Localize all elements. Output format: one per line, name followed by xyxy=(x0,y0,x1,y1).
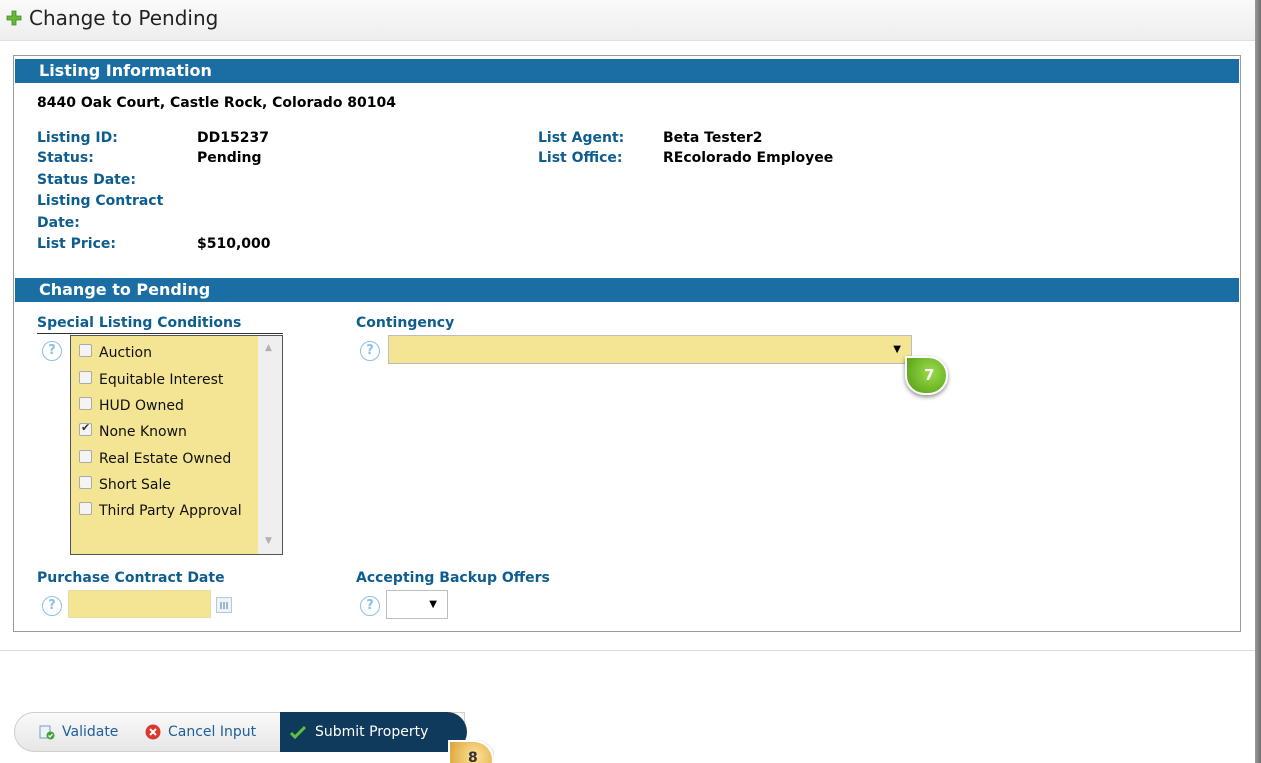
checkbox[interactable] xyxy=(79,397,92,410)
list-price-value: $510,000 xyxy=(197,236,271,252)
status-date-label: Status Date: xyxy=(37,172,136,188)
accepting-backup-offers-select[interactable]: ▼ xyxy=(386,590,448,619)
action-toolbar: Validate Cancel Input Submit Property xyxy=(14,712,467,752)
checkbox-checked[interactable] xyxy=(79,421,92,436)
checkmark-icon xyxy=(290,725,306,739)
change-to-pending-header: Change to Pending xyxy=(15,278,1239,302)
scroll-down-icon[interactable]: ▼ xyxy=(265,536,272,546)
cancel-input-button[interactable]: Cancel Input xyxy=(145,713,277,751)
purchase-contract-date-input[interactable] xyxy=(68,590,211,618)
list-agent-label: List Agent: xyxy=(538,130,625,146)
special-listing-conditions-list[interactable]: Auction Equitable Interest HUD Owned Non… xyxy=(70,335,283,555)
listing-contract-label-line2: Date: xyxy=(37,215,80,231)
checkbox[interactable] xyxy=(79,502,92,515)
purchase-contract-date-label: Purchase Contract Date xyxy=(37,570,225,586)
checkbox[interactable] xyxy=(79,344,92,357)
list-office-value: REcolorado Employee xyxy=(663,150,834,166)
help-icon[interactable]: ? xyxy=(42,341,62,361)
window-edge xyxy=(1255,0,1261,763)
step-badge-8: 8 xyxy=(448,740,494,763)
page-header: Change to Pending xyxy=(0,0,1255,41)
list-office-label: List Office: xyxy=(538,150,623,166)
list-price-label: List Price: xyxy=(37,236,116,252)
status-label: Status: xyxy=(37,150,94,166)
listing-contract-label-line1: Listing Contract xyxy=(37,193,164,209)
accepting-backup-offers-label: Accepting Backup Offers xyxy=(356,570,550,586)
contingency-label: Contingency xyxy=(356,315,455,331)
dropdown-arrow-icon[interactable]: ▼ xyxy=(429,599,437,610)
cancel-icon xyxy=(145,724,161,740)
dropdown-arrow-icon[interactable]: ▼ xyxy=(893,344,901,355)
step-badge-7: 7 xyxy=(905,356,948,395)
scroll-up-icon[interactable]: ▲ xyxy=(265,343,272,353)
label-underline xyxy=(37,333,283,334)
checkbox[interactable] xyxy=(79,371,92,384)
validate-button[interactable]: Validate xyxy=(39,713,139,751)
special-listing-conditions-label: Special Listing Conditions xyxy=(37,315,242,331)
help-icon[interactable]: ? xyxy=(42,596,62,616)
checkbox[interactable] xyxy=(79,450,92,463)
validate-icon xyxy=(39,725,55,740)
plus-icon xyxy=(6,10,22,26)
divider xyxy=(0,650,1255,651)
contingency-select[interactable]: ▼ xyxy=(388,335,912,364)
help-icon[interactable]: ? xyxy=(360,596,380,616)
status-value: Pending xyxy=(197,150,262,166)
listing-id-value: DD15237 xyxy=(197,130,269,146)
submit-property-button[interactable]: Submit Property xyxy=(280,712,467,752)
listing-information-header: Listing Information xyxy=(15,59,1239,83)
calendar-icon[interactable] xyxy=(216,597,232,613)
checkbox[interactable] xyxy=(79,476,92,489)
help-icon[interactable]: ? xyxy=(360,341,380,361)
page-title: Change to Pending xyxy=(29,6,219,30)
list-scrollbar[interactable]: ▲ ▼ xyxy=(258,336,282,554)
list-agent-value: Beta Tester2 xyxy=(663,130,763,146)
listing-address: 8440 Oak Court, Castle Rock, Colorado 80… xyxy=(37,95,397,111)
listing-id-label: Listing ID: xyxy=(37,130,118,146)
